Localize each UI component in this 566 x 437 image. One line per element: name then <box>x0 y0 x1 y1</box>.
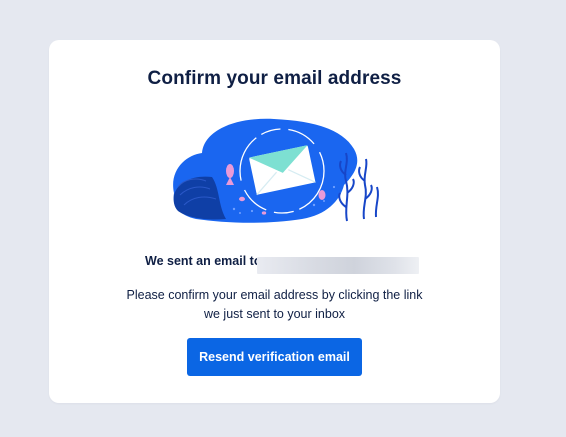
email-envelope-underwater-icon <box>173 118 379 223</box>
sent-email-label: We sent an email to <box>145 254 262 268</box>
instructions-line-2: we just sent to your inbox <box>203 307 346 321</box>
page-title: Confirm your email address <box>147 68 402 89</box>
confirm-email-card: Confirm your email address We sent an em… <box>49 40 500 403</box>
confirmation-instructions: Please confirm your email address by cli… <box>49 286 500 324</box>
resend-verification-button[interactable]: Resend verification email <box>187 338 362 376</box>
sent-email-line: We sent an email to <box>49 254 500 274</box>
instructions-line-1: Please confirm your email address by cli… <box>126 288 423 302</box>
redacted-email-address <box>257 257 419 274</box>
